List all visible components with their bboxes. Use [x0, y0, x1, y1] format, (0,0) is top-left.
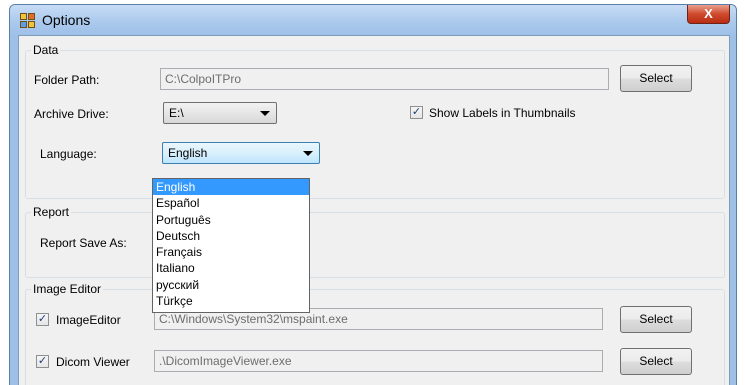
archive-drive-select[interactable]: E:\	[163, 102, 277, 124]
chevron-down-icon	[303, 151, 313, 156]
show-labels-checkbox[interactable]: ✓	[410, 106, 423, 119]
language-label: Language:	[40, 147, 97, 161]
image-editor-label[interactable]: ImageEditor	[56, 313, 121, 327]
options-dialog: Options X Data Folder Path: C:\ColpoITPr…	[9, 4, 737, 385]
language-option-french[interactable]: Français	[153, 244, 309, 260]
image-editor-group-legend: Image Editor	[31, 282, 104, 296]
language-option-russian[interactable]: русский	[153, 277, 309, 293]
language-option-portuguese[interactable]: Português	[153, 212, 309, 228]
report-group: Report Report Save As:	[25, 205, 725, 278]
report-group-legend: Report	[31, 205, 72, 219]
data-group-legend: Data	[31, 43, 61, 57]
archive-drive-value: E:\	[169, 106, 184, 120]
archive-drive-label: Archive Drive:	[34, 107, 109, 121]
data-group: Data Folder Path: C:\ColpoITPro Select A…	[25, 43, 725, 199]
folder-path-label: Folder Path:	[34, 73, 100, 87]
folder-select-button[interactable]: Select	[620, 65, 692, 92]
language-option-turkish[interactable]: Türkçe	[153, 293, 309, 309]
report-save-as-label: Report Save As:	[40, 236, 127, 250]
image-editor-group: Image Editor ✓ ImageEditor C:\Windows\Sy…	[25, 282, 725, 385]
options-window-icon	[20, 13, 36, 29]
close-icon: X	[704, 6, 713, 21]
title-bar[interactable]: Options X	[10, 5, 736, 35]
language-dropdown-list: English Español Português Deutsch França…	[152, 178, 310, 313]
language-value: English	[168, 146, 208, 160]
dialog-client-area: Data Folder Path: C:\ColpoITPro Select A…	[18, 35, 730, 385]
dicom-viewer-select-button[interactable]: Select	[620, 348, 692, 375]
image-editor-checkbox[interactable]: ✓	[36, 313, 49, 326]
language-option-english[interactable]: English	[153, 179, 309, 196]
window-title: Options	[42, 12, 91, 28]
language-option-spanish[interactable]: Español	[153, 195, 309, 211]
language-option-german[interactable]: Deutsch	[153, 228, 309, 244]
language-option-italian[interactable]: Italiano	[153, 260, 309, 276]
dicom-viewer-path-field[interactable]: .\DicomImageViewer.exe	[154, 350, 603, 372]
chevron-down-icon	[260, 111, 270, 116]
language-select[interactable]: English	[162, 142, 320, 164]
image-editor-select-button[interactable]: Select	[620, 306, 692, 333]
close-button[interactable]: X	[687, 5, 730, 24]
dicom-viewer-label[interactable]: Dicom Viewer	[56, 355, 130, 369]
dicom-viewer-checkbox[interactable]: ✓	[36, 355, 49, 368]
folder-path-field[interactable]: C:\ColpoITPro	[160, 68, 609, 90]
show-labels-label[interactable]: Show Labels in Thumbnails	[429, 106, 576, 120]
